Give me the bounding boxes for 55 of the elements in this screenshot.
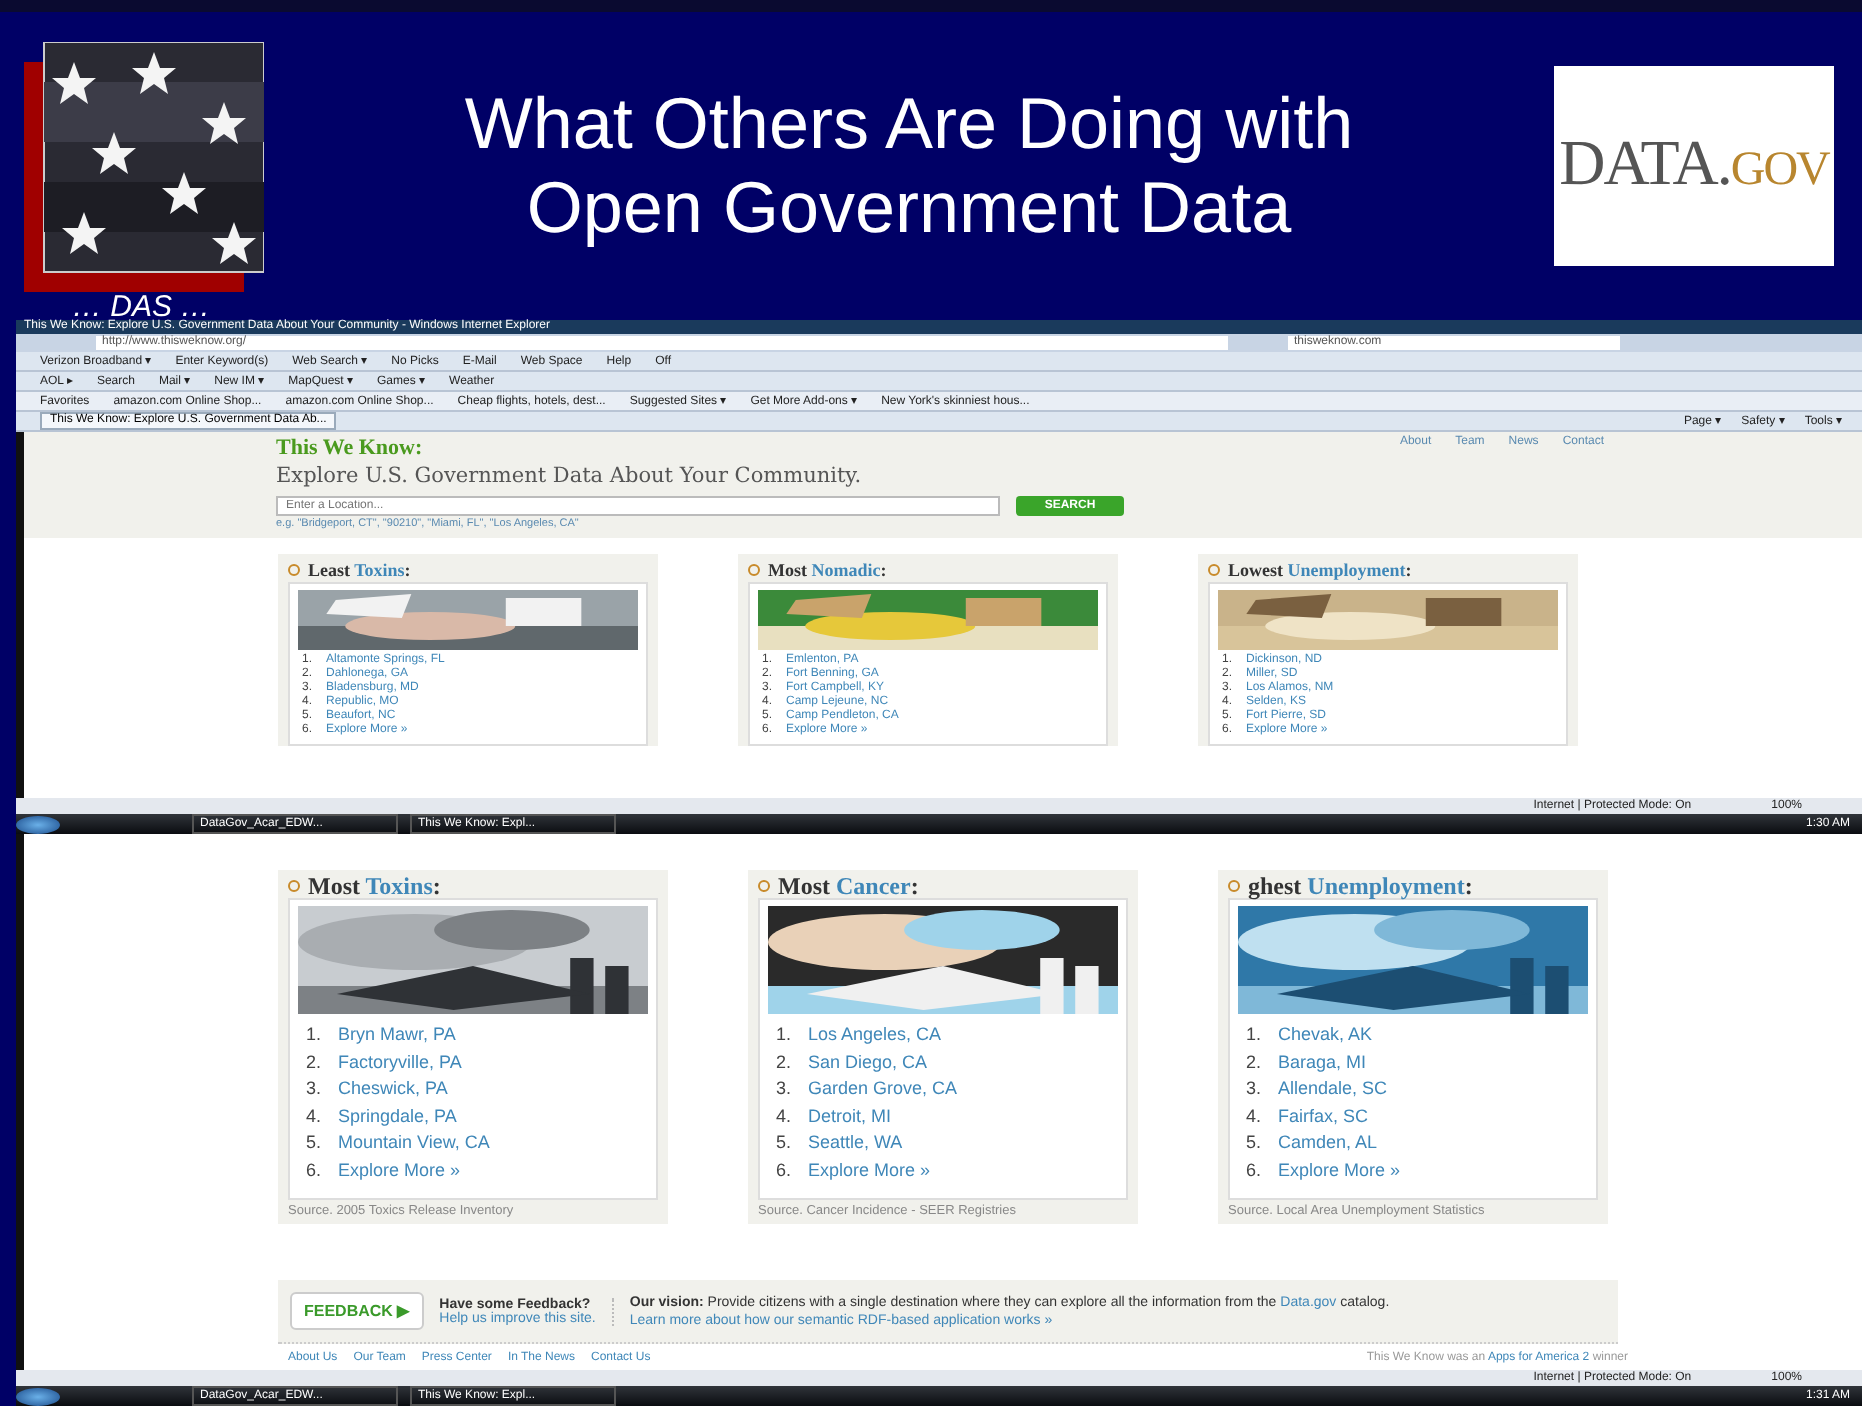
city-link[interactable]: Camden, AL <box>1278 1130 1378 1157</box>
ring-icon <box>748 564 760 576</box>
card-heading: Most Nomadic: <box>768 560 887 580</box>
city-link[interactable]: Explore More » <box>338 1157 461 1184</box>
ring-icon <box>1208 564 1220 576</box>
rank-number: 1. <box>776 1022 794 1048</box>
rank-number: 6. <box>776 1157 794 1183</box>
city-link[interactable]: Allendale, SC <box>1278 1076 1388 1103</box>
ring-icon <box>288 880 300 892</box>
card-heading: Most Toxins: <box>308 871 441 901</box>
city-link[interactable]: Los Angeles, CA <box>808 1022 942 1049</box>
rank-number: 5. <box>1246 1130 1264 1156</box>
card-heading: ghest Unemployment: <box>1248 871 1473 901</box>
rank-number: 2. <box>306 1049 324 1075</box>
city-link[interactable]: Mountain View, CA <box>338 1130 490 1157</box>
site-brand[interactable]: This We Know: <box>276 436 423 460</box>
city-link[interactable]: Cheswick, PA <box>338 1076 448 1103</box>
city-link[interactable]: Baraga, MI <box>1278 1049 1367 1076</box>
city-link[interactable]: Garden Grove, CA <box>808 1076 958 1103</box>
rank-number: 5. <box>306 1130 324 1156</box>
rank-number: 1. <box>1246 1022 1264 1048</box>
rank-number: 6. <box>1246 1157 1264 1183</box>
headline: Explore U.S. Government Data About Your Community. <box>276 464 864 488</box>
city-link[interactable]: Factoryville, PA <box>338 1049 462 1076</box>
logo: DATA.GOV <box>1554 66 1834 266</box>
ring-icon <box>1228 880 1240 892</box>
city-link[interactable]: Springdale, PA <box>338 1103 457 1130</box>
feedback-button[interactable]: FEEDBACK ▶ <box>290 1292 424 1330</box>
rank-number: 4. <box>776 1103 794 1129</box>
city-link[interactable]: San Diego, CA <box>808 1049 928 1076</box>
rank-number: 3. <box>776 1076 794 1102</box>
city-link[interactable]: Seattle, WA <box>808 1130 903 1157</box>
slide-title: What Others Are Doing with Open Government Data <box>462 82 1356 250</box>
start-button[interactable] <box>16 815 60 833</box>
rank-number: 3. <box>1246 1076 1264 1102</box>
card-heading: Most Cancer: <box>778 871 919 901</box>
city-link[interactable]: Bryn Mawr, PA <box>338 1022 456 1049</box>
rank-number: 1. <box>306 1022 324 1048</box>
city-link[interactable]: Chevak, AK <box>1278 1022 1373 1049</box>
city-link[interactable]: Explore More » <box>808 1157 931 1184</box>
city-link[interactable]: Detroit, MI <box>808 1103 892 1130</box>
rank-number: 2. <box>1246 1049 1264 1075</box>
rank-number: 6. <box>306 1157 324 1183</box>
rank-number: 5. <box>776 1130 794 1156</box>
rank-number: 4. <box>306 1103 324 1129</box>
card-heading: Least Toxins: <box>308 560 411 580</box>
rank-number: 2. <box>776 1049 794 1075</box>
city-link[interactable]: Explore More » <box>1278 1157 1401 1184</box>
rank-number: 4. <box>1246 1103 1264 1129</box>
card-heading: Lowest Unemployment: <box>1228 560 1412 580</box>
ring-icon <box>758 880 770 892</box>
city-link[interactable]: Fairfax, SC <box>1278 1103 1369 1130</box>
rank-number: 3. <box>306 1076 324 1102</box>
start-button[interactable] <box>16 1387 60 1405</box>
ring-icon <box>288 564 300 576</box>
